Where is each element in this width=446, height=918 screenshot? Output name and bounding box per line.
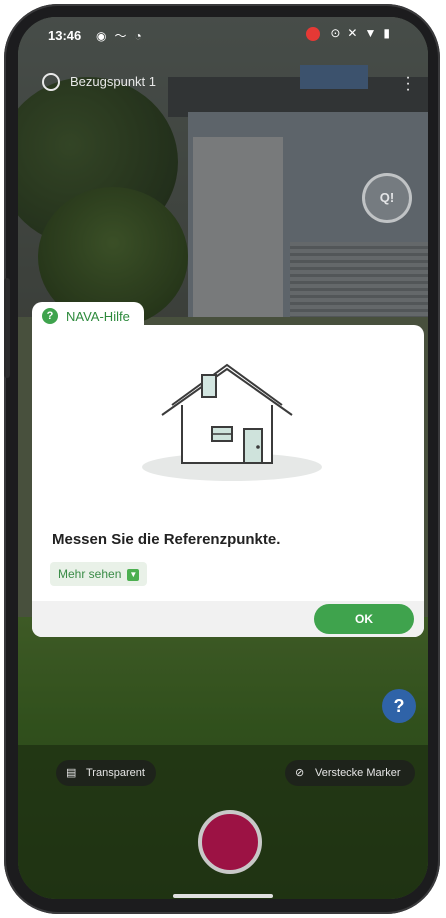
wave-icon: 〜 [114,29,135,43]
dialog-footer: OK [32,601,424,637]
hide-marker-label: Verstecke Marker [315,767,401,779]
location-pin-icon: ⊙ [330,26,348,40]
status-icons-right: ⊙✕▼▮ [306,26,397,41]
ok-button[interactable]: OK [314,604,414,634]
help-button[interactable]: ? [382,689,416,723]
wifi-icon: ▼ [364,26,384,40]
battery-icon: ▮ [383,26,397,40]
transparent-label: Transparent [86,767,145,779]
record-icon [306,26,320,41]
location-icon: ◉ [96,29,115,43]
status-bar: 13:46 ◉〜◔ ⊙✕▼▮ [18,17,428,51]
status-time: 13:46 [48,28,82,43]
home-indicator[interactable] [173,894,273,898]
hide-marker-toggle[interactable]: ⊘ Verstecke Marker [285,760,415,786]
status-icons-left: ◉〜◔ [96,27,150,44]
dialog-message: Messen Sie die Referenzpunkte. [52,531,281,548]
transparent-toggle[interactable]: ▤ Transparent [56,760,156,786]
chevron-down-icon: ▼ [127,568,140,581]
wifi-icon: ◔ [134,29,150,43]
side-button [4,278,10,378]
see-more-label: Mehr sehen [58,567,122,581]
mute-icon: ✕ [347,26,365,40]
help-circle-icon: ? [42,308,58,324]
house-illustration [142,363,322,481]
help-dialog: Messen Sie die Referenzpunkte. Mehr sehe… [32,325,424,637]
dialog-title: NAVA-Hilfe [66,309,130,324]
more-menu-icon[interactable]: · · · [404,70,412,98]
transparency-icon: ▤ [66,767,77,779]
record-button[interactable] [198,810,262,874]
radio-icon[interactable] [42,73,60,91]
reference-label: Bezugspunkt 1 [70,74,157,89]
qr-button[interactable]: Q! [362,173,412,223]
screen: 13:46 ◉〜◔ ⊙✕▼▮ Bezugspunkt 1 · · · Q! ? NA… [18,17,428,899]
marker-off-icon: ⊘ [295,767,305,779]
see-more-button[interactable]: Mehr sehen ▼ [50,562,148,586]
